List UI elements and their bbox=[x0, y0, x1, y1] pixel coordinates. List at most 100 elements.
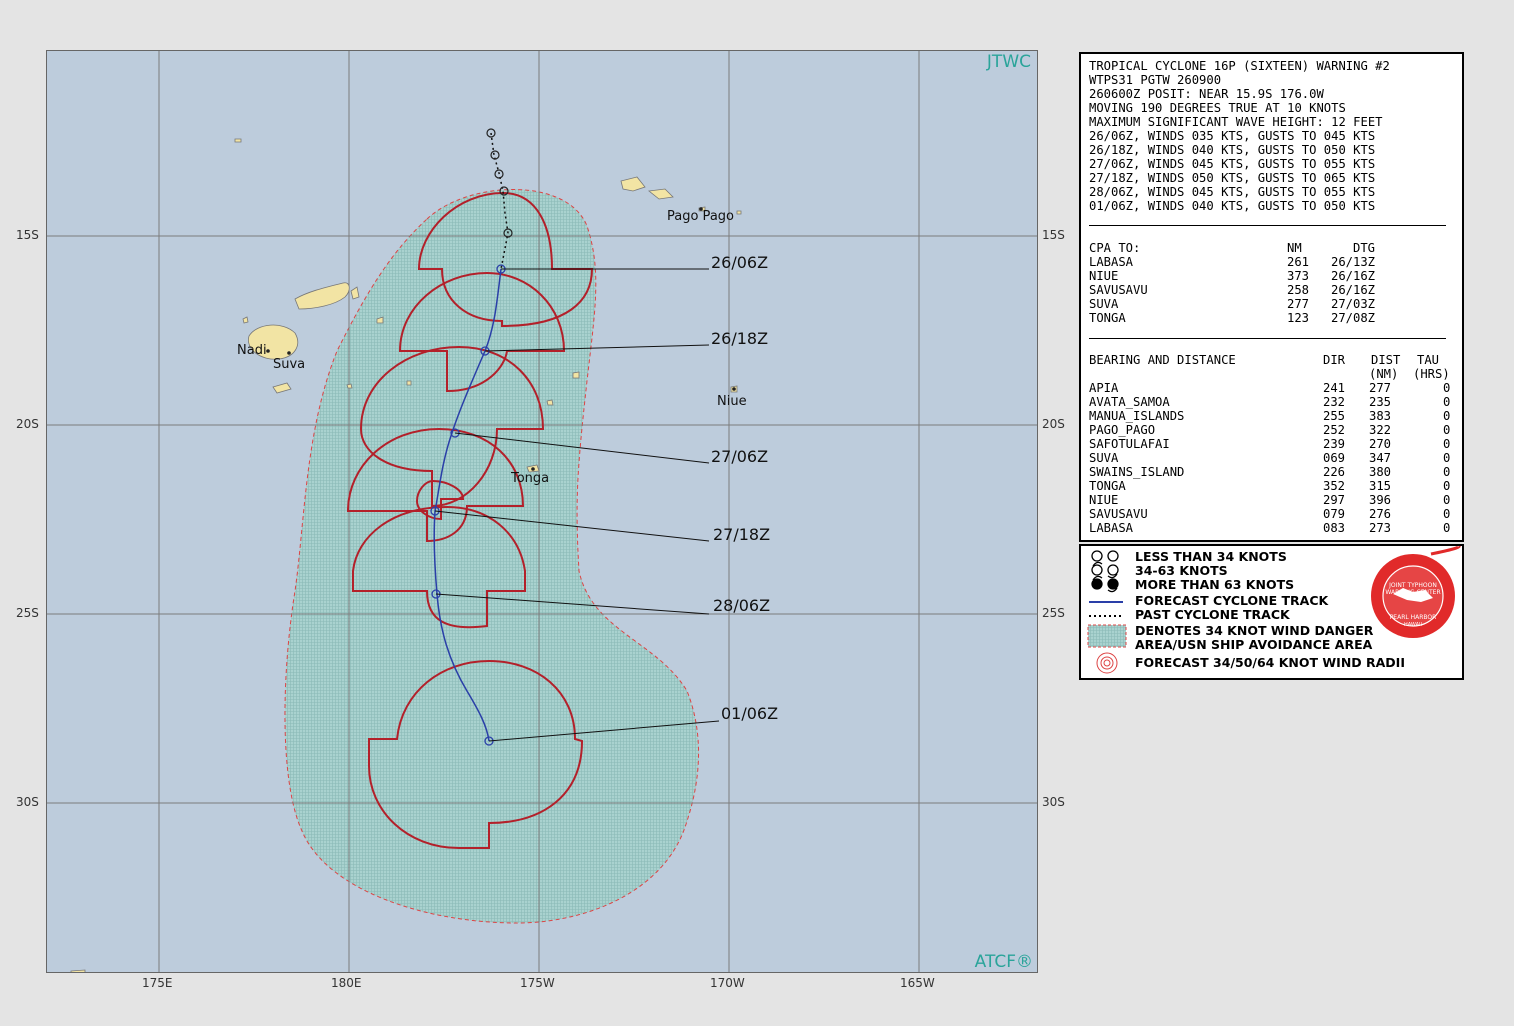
yasawa-islet bbox=[242, 316, 249, 324]
bearing-dist: 315 bbox=[1369, 479, 1392, 493]
lon-label-175e: 175E bbox=[142, 976, 173, 990]
bearing-tau: 0 bbox=[1443, 479, 1451, 493]
warning-line: TROPICAL CYCLONE 16P (SIXTEEN) WARNING #… bbox=[1089, 59, 1390, 73]
bearing-tau: 0 bbox=[1443, 451, 1451, 465]
cpa-dtg: 27/08Z bbox=[1331, 311, 1376, 325]
bearing-name: SWAINS_ISLAND bbox=[1089, 465, 1185, 479]
lat-label-25s-right: 25S bbox=[1042, 606, 1065, 620]
bearing-dir: 069 bbox=[1323, 451, 1346, 465]
cpa-name: LABASA bbox=[1089, 255, 1134, 269]
cpa-row: NIUE 373 26/16Z bbox=[1089, 269, 1454, 283]
warning-info-panel: TROPICAL CYCLONE 16P (SIXTEEN) WARNING #… bbox=[1079, 52, 1464, 542]
bearing-dist: 396 bbox=[1369, 493, 1392, 507]
bearing-tau: 0 bbox=[1443, 409, 1451, 423]
lon-label-165w: 165W bbox=[900, 976, 935, 990]
savaii-island bbox=[648, 188, 674, 200]
cpa-row: SAVUSAVU 258 26/16Z bbox=[1089, 283, 1454, 297]
cpa-name: TONGA bbox=[1089, 311, 1126, 325]
bearing-name: LABASA bbox=[1089, 521, 1134, 535]
cpa-nm: 123 bbox=[1287, 311, 1310, 325]
legend-past-track: PAST CYCLONE TRACK bbox=[1135, 607, 1290, 622]
bearing-header: BEARING AND DISTANCE DIR DIST TAU bbox=[1089, 353, 1454, 367]
legend-more-than-63: MORE THAN 63 KNOTS bbox=[1135, 577, 1295, 592]
warning-line: 28/06Z, WINDS 045 KTS, GUSTS TO 055 KTS bbox=[1089, 185, 1376, 199]
cpa-nm: 277 bbox=[1287, 297, 1310, 311]
bearing-dist: 277 bbox=[1369, 381, 1392, 395]
islet-north bbox=[736, 210, 742, 215]
bearing-row: APIA 241 277 0 bbox=[1089, 381, 1454, 395]
legend-danger-area-2: AREA/USN SHIP AVOIDANCE AREA bbox=[1135, 637, 1373, 652]
bearing-name: MANUA_ISLANDS bbox=[1089, 409, 1185, 423]
lakeba-islet bbox=[346, 383, 353, 389]
bearing-tau: 0 bbox=[1443, 423, 1451, 437]
lat-label-15s: 15S bbox=[16, 228, 39, 242]
cpa-row: SUVA 277 27/03Z bbox=[1089, 297, 1454, 311]
cpa-name: SAVUSAVU bbox=[1089, 283, 1148, 297]
lat-label-25s: 25S bbox=[16, 606, 39, 620]
taveuni-island bbox=[350, 286, 360, 300]
kadavu-island bbox=[272, 382, 292, 394]
map-canvas bbox=[47, 51, 1037, 972]
bearing-dist: 383 bbox=[1369, 409, 1392, 423]
forecast-label-26-18z: 26/18Z bbox=[711, 329, 769, 348]
lat-label-20s-right: 20S bbox=[1042, 417, 1065, 431]
cpa-header-to: CPA TO: bbox=[1089, 241, 1141, 255]
bearing-name: AVATA_SAMOA bbox=[1089, 395, 1170, 409]
bearing-name: SUVA bbox=[1089, 451, 1119, 465]
cpa-header-nm: NM bbox=[1287, 241, 1302, 255]
cpa-row: TONGA 123 27/08Z bbox=[1089, 311, 1454, 325]
bearing-header-units: (NM) (HRS) bbox=[1089, 367, 1454, 381]
legend-danger-area-1: DENOTES 34 KNOT WIND DANGER bbox=[1135, 623, 1374, 638]
bearing-dir: 352 bbox=[1323, 479, 1346, 493]
legend-less-than-34: LESS THAN 34 KNOTS bbox=[1135, 549, 1287, 564]
divider bbox=[1089, 225, 1446, 226]
forecast-label-28-06z: 28/06Z bbox=[713, 596, 771, 615]
bearing-name: NIUE bbox=[1089, 493, 1119, 507]
bearing-header-dist: DIST bbox=[1371, 353, 1401, 367]
atcf-label: ATCF® bbox=[974, 952, 1033, 972]
bearing-dir: 252 bbox=[1323, 423, 1346, 437]
divider bbox=[1089, 338, 1446, 339]
lat-label-30s: 30S bbox=[16, 795, 39, 809]
bearing-row: SUVA 069 347 0 bbox=[1089, 451, 1454, 465]
bearing-tau: 0 bbox=[1443, 507, 1451, 521]
bearing-tau: 0 bbox=[1443, 493, 1451, 507]
bearing-tau: 0 bbox=[1443, 395, 1451, 409]
bearing-row: TONGA 352 315 0 bbox=[1089, 479, 1454, 493]
place-niue: Niue bbox=[717, 394, 747, 409]
bearing-row: NIUE 297 396 0 bbox=[1089, 493, 1454, 507]
bearing-tau: 0 bbox=[1443, 521, 1451, 535]
bearing-row: AVATA_SAMOA 232 235 0 bbox=[1089, 395, 1454, 409]
cpa-name: SUVA bbox=[1089, 297, 1119, 311]
bearing-dir: 083 bbox=[1323, 521, 1346, 535]
warning-line: WTPS31 PGTW 260900 bbox=[1089, 73, 1222, 87]
cpa-nm: 261 bbox=[1287, 255, 1310, 269]
lat-label-30s-right: 30S bbox=[1042, 795, 1065, 809]
wind-danger-area bbox=[284, 189, 700, 924]
cpa-header: CPA TO: NM DTG bbox=[1089, 241, 1454, 255]
bearing-header-dist-unit: (NM) bbox=[1369, 367, 1399, 381]
islet-sw bbox=[70, 969, 86, 972]
bearing-row: SWAINS_ISLAND 226 380 0 bbox=[1089, 465, 1454, 479]
vavau-island bbox=[572, 371, 580, 379]
cpa-dtg: 27/03Z bbox=[1331, 297, 1376, 311]
less-than-34-symbol bbox=[1091, 550, 1119, 562]
warning-line: MOVING 190 DEGREES TRUE AT 10 KNOTS bbox=[1089, 101, 1346, 115]
bearing-row: PAGO_PAGO 252 322 0 bbox=[1089, 423, 1454, 437]
warning-line: 27/06Z, WINDS 045 KTS, GUSTS TO 055 KTS bbox=[1089, 157, 1376, 171]
place-tonga: Tonga bbox=[511, 471, 550, 486]
legend-wind-radii: FORECAST 34/50/64 KNOT WIND RADII bbox=[1135, 655, 1405, 670]
bearing-header-title: BEARING AND DISTANCE bbox=[1089, 353, 1236, 367]
bearing-dir: 297 bbox=[1323, 493, 1346, 507]
warning-line: 260600Z POSIT: NEAR 15.9S 176.0W bbox=[1089, 87, 1324, 101]
bearing-row: SAFOTULAFAI 239 270 0 bbox=[1089, 437, 1454, 451]
cpa-header-dtg: DTG bbox=[1353, 241, 1376, 255]
warning-line: 27/18Z, WINDS 050 KTS, GUSTS TO 065 KTS bbox=[1089, 171, 1376, 185]
bearing-dist: 270 bbox=[1369, 437, 1392, 451]
warning-line: 01/06Z, WINDS 040 KTS, GUSTS TO 050 KTS bbox=[1089, 199, 1376, 213]
lon-label-175w: 175W bbox=[520, 976, 555, 990]
bearing-tau: 0 bbox=[1443, 437, 1451, 451]
bearing-header-tau-unit: (HRS) bbox=[1413, 367, 1450, 381]
bearing-dir: 079 bbox=[1323, 507, 1346, 521]
cpa-dtg: 26/13Z bbox=[1331, 255, 1376, 269]
